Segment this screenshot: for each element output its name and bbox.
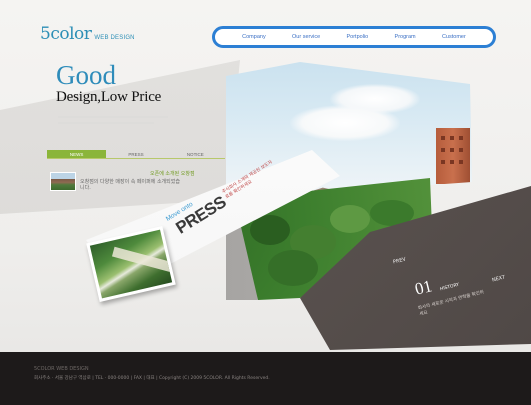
decorative-line <box>58 116 168 118</box>
decorative-line <box>58 122 154 124</box>
footer-company: 5COLOR WEB DESIGN <box>34 366 89 372</box>
tab-news[interactable]: NEWS <box>47 150 107 159</box>
footer-info: 회사주소 · 서울 강남구 역삼로 | TEL · 000-0000 | FAX… <box>34 376 270 381</box>
nav-item-program[interactable]: Program <box>395 34 416 40</box>
nav-item-our-service[interactable]: Our service <box>292 34 320 40</box>
hero-title: Good <box>56 60 116 90</box>
cloud-shape <box>290 105 400 141</box>
tab-notice[interactable]: NOTICE <box>165 150 225 159</box>
garden-path-shape <box>111 246 173 272</box>
news-body: 오창점의 다양한 매장이 속 페이퍼에 소개되었습니다. <box>80 179 180 192</box>
page-stage: 5color WEB DESIGN Company Our service Po… <box>0 0 531 405</box>
brick-building <box>436 128 470 184</box>
logo-brand-text: 5color <box>40 24 92 44</box>
hero-subtitle: Design,Low Price <box>56 89 162 105</box>
nav-item-company[interactable]: Company <box>242 34 266 40</box>
logo-subtitle: WEB DESIGN <box>94 35 135 41</box>
tab-press[interactable]: PRESS <box>106 150 166 159</box>
main-navigation: Company Our service Portpolio Program Cu… <box>212 26 496 48</box>
news-title[interactable]: 오픈에 소개된 오창점 <box>150 170 195 177</box>
news-tabs: NEWS PRESS NOTICE <box>47 150 225 159</box>
nav-item-customer[interactable]: Customer <box>442 34 466 40</box>
garden-path-photo <box>89 229 173 299</box>
news-thumbnail[interactable] <box>50 172 76 191</box>
site-logo[interactable]: 5color WEB DESIGN <box>40 24 135 44</box>
nav-item-portpolio[interactable]: Portpolio <box>346 34 368 40</box>
page-footer: 5COLOR WEB DESIGN 회사주소 · 서울 강남구 역삼로 | TE… <box>0 352 531 405</box>
